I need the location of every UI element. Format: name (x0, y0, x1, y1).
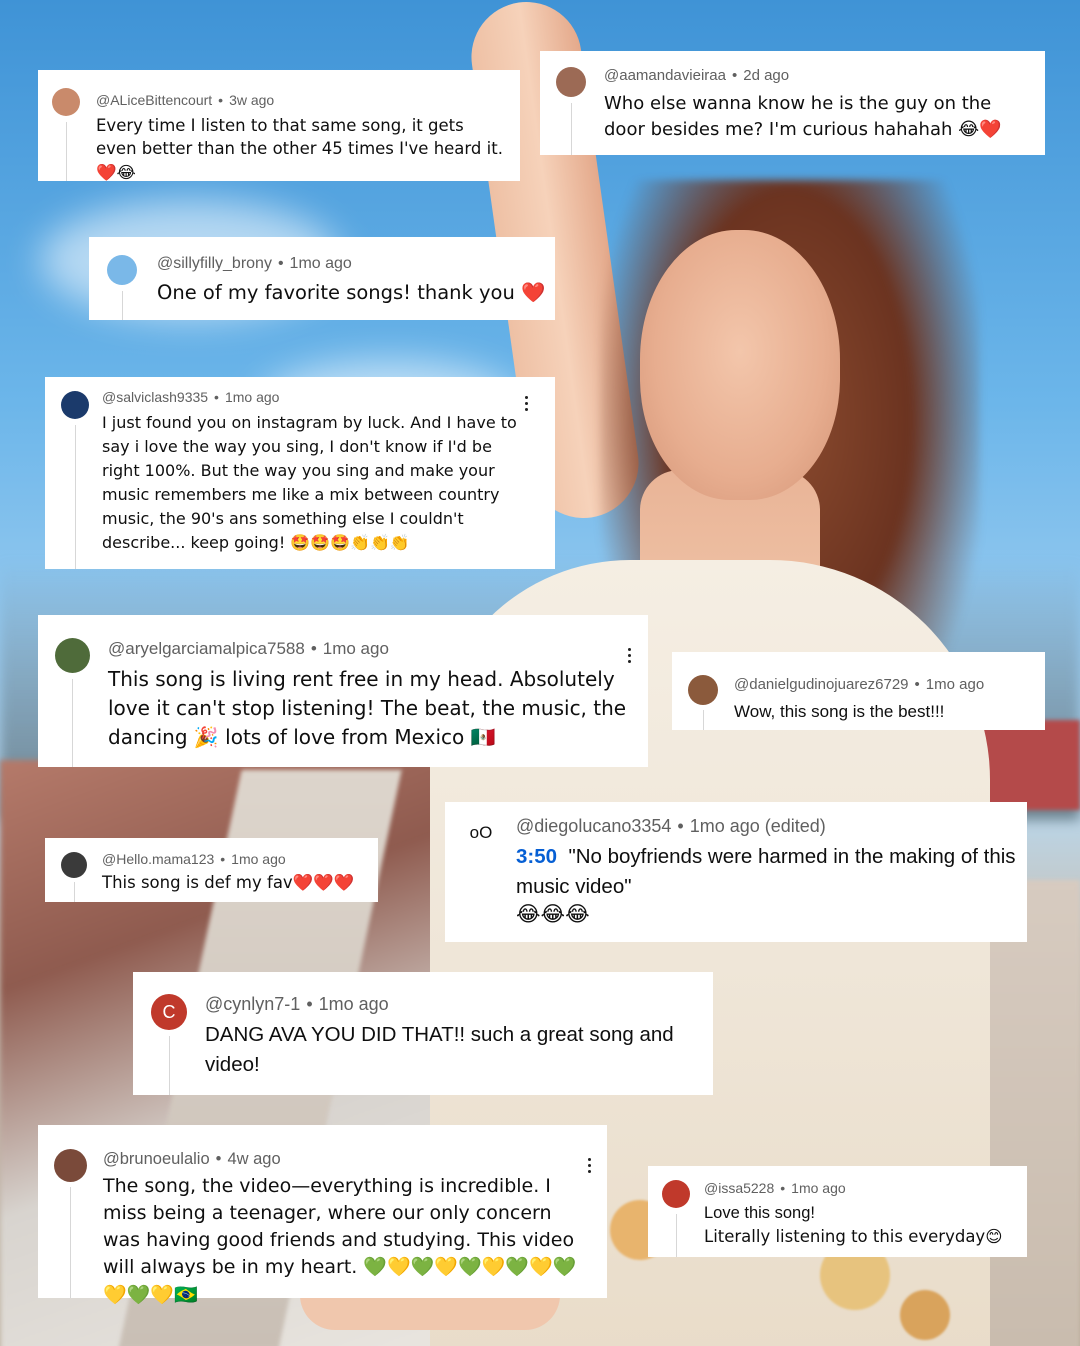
comment-text: I just found you on instagram by luck. A… (102, 413, 517, 552)
avatar[interactable]: C (151, 994, 187, 1030)
avatar[interactable] (61, 391, 89, 419)
comment-text: One of my favorite songs! thank you ❤️ (157, 281, 546, 304)
comment-author[interactable]: @brunoeulalio (103, 1150, 210, 1168)
comment-time: 1mo ago (289, 255, 352, 272)
comment-author[interactable]: @danielgudinojuarez6729 (734, 676, 909, 693)
avatar[interactable] (61, 852, 87, 878)
avatar[interactable] (107, 255, 137, 285)
comment-card: @ALiceBittencourt • 3w ago Every time I li… (38, 70, 520, 182)
avatar[interactable] (54, 1149, 87, 1182)
comment-card: @danielgudinojuarez6729 • 1mo ago Wow, thi… (672, 652, 1045, 730)
comment-text: Wow, this song is the best!!! (734, 702, 945, 721)
comment-line: Literally listening to this everyday😊 (704, 1227, 1003, 1247)
avatar[interactable] (52, 88, 80, 116)
comment-author[interactable]: @aryelgarciamalpica7588 (108, 639, 305, 658)
comment-quote: "No boyfriends were harmed in the making… (516, 845, 1016, 898)
comment-text: Every time I listen to that same song, i… (96, 116, 503, 182)
more-options-icon[interactable] (525, 396, 528, 411)
comment-card: oO @diegolucano3354 • 1mo ago (edited) 3:5… (445, 802, 1027, 942)
comment-card: @sillyfilly_brony • 1mo ago One of my favo… (89, 237, 555, 320)
more-options-icon[interactable] (588, 1158, 591, 1173)
avatar[interactable] (556, 67, 586, 97)
comment-time: 1mo ago (edited) (689, 816, 826, 836)
comment-time: 3w ago (229, 92, 275, 108)
comment-time: 1mo ago (791, 1180, 846, 1196)
comment-author[interactable]: @Hello.mama123 (102, 851, 214, 867)
comment-author[interactable]: @sillyfilly_brony (157, 255, 272, 272)
comment-card: @brunoeulalio • 4w ago The song, the video… (38, 1125, 607, 1306)
comment-text: Love this song! Literally listening to t… (704, 1202, 1022, 1249)
comment-card: C @cynlyn7-1 • 1mo ago DANG AVA YOU DID TH… (133, 972, 713, 1095)
comment-author[interactable]: @aamandavieiraa (604, 67, 726, 84)
comment-text: Who else wanna know he is the guy on the… (604, 93, 1002, 140)
comment-time: 2d ago (743, 67, 790, 84)
comment-card: @aryelgarciamalpica7588 • 1mo ago This son… (38, 615, 648, 767)
comment-text: 3:50 "No boyfriends were harmed in the m… (516, 842, 1021, 901)
comment-card: @aamandavieiraa • 2d ago Who else wanna kn… (540, 51, 1045, 155)
comment-time: 1mo ago (318, 994, 389, 1014)
comment-author[interactable]: @diegolucano3354 (516, 816, 671, 836)
comment-text: This song is def my fav❤️❤️❤️ (102, 873, 355, 892)
comment-text: DANG AVA YOU DID THAT!! such a great son… (205, 1023, 674, 1076)
comment-text: This song is living rent free in my head… (108, 667, 627, 749)
comment-line: Love this song! (704, 1204, 815, 1222)
comment-time: 1mo ago (925, 676, 985, 693)
comment-time: 4w ago (227, 1150, 281, 1168)
comment-text: The song, the video—everything is incred… (103, 1175, 577, 1306)
avatar-letter: C (162, 1001, 176, 1022)
video-timestamp-link[interactable]: 3:50 (516, 845, 557, 868)
comment-emojis: 😂😂😂 (516, 902, 590, 926)
comment-card: @issa5228 • 1mo ago Love this song! Litera… (648, 1166, 1027, 1257)
comment-author[interactable]: @ALiceBittencourt (96, 92, 212, 108)
avatar[interactable] (662, 1180, 690, 1208)
comment-time: 1mo ago (231, 851, 286, 867)
comment-card: @salviclash9335 • 1mo ago I just found you… (45, 377, 555, 569)
comment-author[interactable]: @cynlyn7-1 (205, 994, 300, 1014)
comment-time: 1mo ago (322, 639, 389, 658)
more-options-icon[interactable] (628, 648, 631, 663)
avatar[interactable] (55, 638, 90, 673)
comment-author[interactable]: @issa5228 (704, 1180, 774, 1196)
comment-time: 1mo ago (224, 389, 280, 405)
avatar[interactable] (688, 675, 718, 705)
comment-author[interactable]: @salviclash9335 (102, 389, 208, 405)
avatar[interactable]: oO (463, 820, 499, 846)
comment-card: @Hello.mama123 • 1mo ago This song is def … (45, 838, 378, 902)
